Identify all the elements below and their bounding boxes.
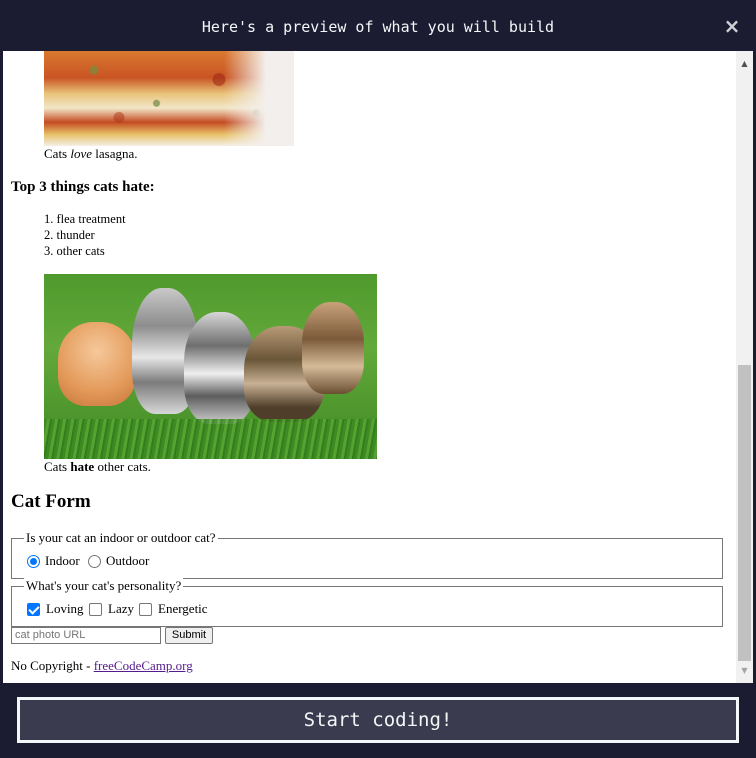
list-item: 3. other cats	[44, 244, 105, 258]
submit-button[interactable]: Submit	[165, 627, 213, 644]
loving-checkbox[interactable]	[27, 602, 40, 616]
kitten-shape	[58, 322, 136, 406]
lasagna-caption: Cats love lasagna.	[44, 146, 138, 161]
preview-frame: Cats love lasagna. Top 3 things cats hat…	[3, 51, 753, 683]
outdoor-radio[interactable]	[88, 554, 101, 568]
lazy-checkbox[interactable]	[89, 602, 102, 616]
personality-fieldset: What's your cat's personality? Loving La…	[11, 578, 723, 627]
outdoor-option[interactable]: Outdoor	[88, 553, 149, 569]
lazy-option[interactable]: Lazy	[89, 601, 134, 617]
freecodecamp-link[interactable]: freeCodeCamp.org	[94, 658, 193, 673]
modal-title: Here's a preview of what you will build	[201, 18, 555, 36]
energetic-checkbox[interactable]	[139, 602, 152, 616]
kittens-caption: Cats hate other cats.	[44, 459, 151, 474]
list-item: 2. thunder	[44, 228, 95, 242]
kittens-image	[44, 274, 377, 459]
hate-heading: Top 3 things cats hate:	[11, 179, 155, 195]
modal-footer: Start coding!	[3, 683, 753, 755]
caption-emphasis: love	[70, 146, 93, 161]
preview-scrollbar[interactable]: ▲ ▼	[736, 51, 753, 683]
preview-modal: Here's a preview of what you will build …	[0, 0, 756, 758]
kitten-shape	[302, 302, 364, 394]
scroll-thumb[interactable]	[738, 365, 751, 661]
indoor-outdoor-fieldset: Is your cat an indoor or outdoor cat? In…	[11, 530, 723, 579]
close-icon[interactable]: ×	[721, 15, 743, 37]
grass	[44, 419, 377, 459]
indoor-option[interactable]: Indoor	[27, 553, 80, 569]
list-item: 1. flea treatment	[44, 212, 126, 226]
indoor-radio[interactable]	[27, 554, 40, 568]
lasagna-image	[44, 51, 294, 146]
caption-strong: hate	[70, 459, 95, 474]
loving-option[interactable]: Loving	[27, 601, 84, 617]
modal-header: Here's a preview of what you will build …	[3, 3, 753, 51]
footer-text: No Copyright - freeCodeCamp.org	[11, 658, 193, 673]
energetic-option[interactable]: Energetic	[139, 601, 208, 617]
scroll-up-icon[interactable]: ▲	[736, 55, 753, 72]
indoor-outdoor-legend: Is your cat an indoor or outdoor cat?	[24, 530, 218, 546]
scroll-down-icon[interactable]: ▼	[736, 662, 753, 679]
hate-list: 1. flea treatment 2. thunder 3. other ca…	[44, 211, 126, 259]
form-heading: Cat Form	[11, 491, 91, 512]
personality-legend: What's your cat's personality?	[24, 578, 184, 594]
start-coding-button[interactable]: Start coding!	[17, 697, 739, 743]
cat-photo-url-input[interactable]: cat photo URL	[11, 627, 161, 644]
